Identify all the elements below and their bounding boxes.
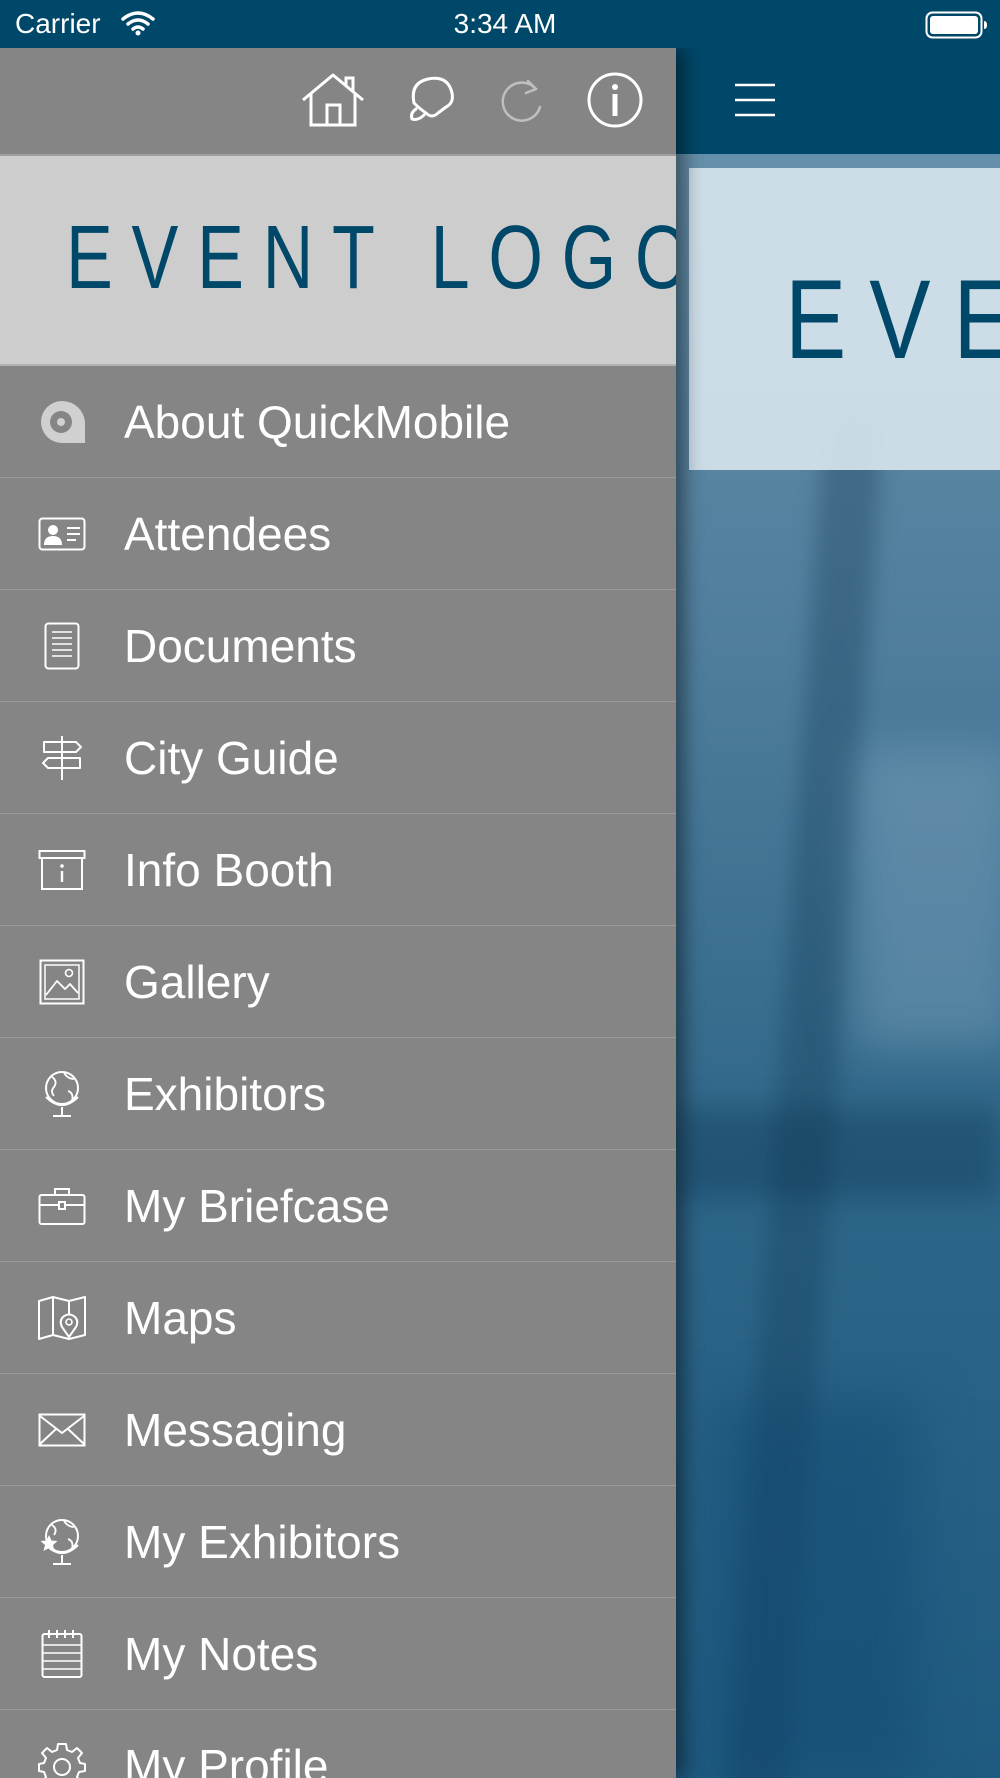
menu-item-attendees[interactable]: Attendees [0,478,676,590]
menu-item-label: Info Booth [124,844,334,896]
info-icon [586,71,644,134]
menu-item-info-booth[interactable]: Info Booth [0,814,676,926]
menu-item-my-briefcase[interactable]: My Briefcase [0,1150,676,1262]
menu-item-gallery[interactable]: Gallery [0,926,676,1038]
menu-item-my-profile[interactable]: My Profile [0,1710,676,1778]
menu-item-messaging[interactable]: Messaging [0,1374,676,1486]
menu-item-label: Gallery [124,956,270,1008]
signpost-icon [36,732,88,784]
map-icon [36,1292,88,1344]
menu-item-label: About QuickMobile [124,396,511,448]
background-image-highlight [856,748,1000,1048]
menu-item-label: My Notes [124,1628,319,1680]
menu-item-exhibitors[interactable]: Exhibitors [0,1038,676,1150]
menu-item-label: Documents [124,620,357,672]
notepad-icon [36,1628,88,1680]
refresh-button[interactable] [486,72,556,132]
menu-item-label: Exhibitors [124,1068,326,1120]
bell-icon [404,73,458,132]
home-icon [299,72,367,133]
status-time: 3:34 AM [453,8,557,39]
menu-item-label: City Guide [124,732,339,784]
menu-item-city-guide[interactable]: City Guide [0,702,676,814]
refresh-icon [496,73,546,132]
background-image-shadow [716,1398,916,1778]
envelope-icon [36,1404,88,1456]
document-icon [36,620,88,672]
gear-icon [36,1740,88,1778]
quickmobile-icon [36,396,88,448]
menu-item-maps[interactable]: Maps [0,1262,676,1374]
event-logo: EVENT LOGO [66,208,676,308]
globe-icon [36,1068,88,1120]
menu-item-label: Maps [124,1292,237,1344]
drawer-menu: About QuickMobile Attendees Documents Ci… [0,366,676,1778]
side-drawer: EVENT LOGO About QuickMobile Attendees D… [0,48,676,1778]
home-button[interactable] [298,72,368,132]
briefcase-icon [36,1180,88,1232]
menu-item-label: Messaging [124,1404,347,1456]
status-bar: Carrier 3:34 AM [0,0,1000,48]
main-navbar [676,48,1000,154]
battery-icon [925,11,989,44]
event-logo-banner: EVENT LOGO [0,156,676,366]
background-image-detail [676,1108,1000,1198]
info-booth-icon [36,844,88,896]
main-content: EVE [676,48,1000,1778]
menu-item-documents[interactable]: Documents [0,590,676,702]
info-button[interactable] [580,72,650,132]
menu-item-label: My Briefcase [124,1180,390,1232]
main-logo-text: EVE [785,257,1000,382]
notifications-button[interactable] [396,72,466,132]
menu-item-my-exhibitors[interactable]: My Exhibitors [0,1486,676,1598]
menu-item-about-quickmobile[interactable]: About QuickMobile [0,366,676,478]
menu-item-label: My Exhibitors [124,1516,401,1568]
hamburger-menu-icon[interactable] [734,82,776,123]
id-card-icon [36,508,88,560]
menu-item-my-notes[interactable]: My Notes [0,1598,676,1710]
image-icon [36,956,88,1008]
drawer-toolbar [0,48,676,156]
globe-star-icon [36,1516,88,1568]
menu-item-label: Attendees [124,508,332,560]
menu-item-label: My Profile [124,1740,329,1778]
